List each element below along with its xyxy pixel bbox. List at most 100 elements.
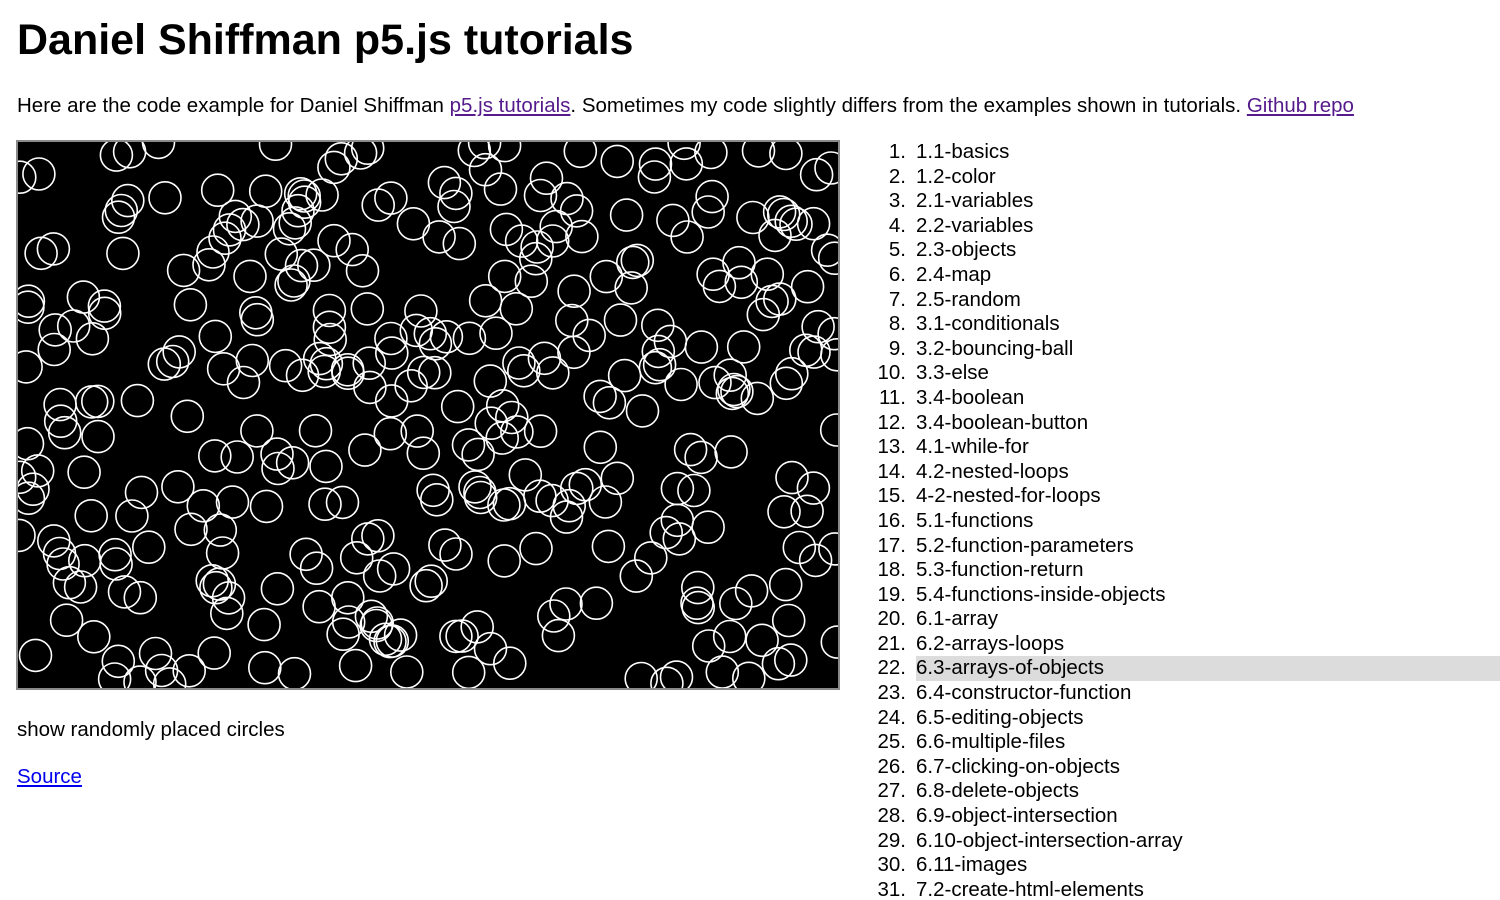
page: Daniel Shiffman p5.js tutorials Here are…: [0, 0, 1500, 900]
tutorial-item[interactable]: 27. 6.8-delete-objects: [870, 779, 1500, 804]
tutorial-item-number: 23.: [877, 681, 907, 705]
tutorial-item[interactable]: 30. 6.11-images: [870, 853, 1500, 878]
canvas-background: [18, 142, 838, 688]
tutorial-item-label[interactable]: 5.4-functions-inside-objects: [916, 583, 1500, 608]
source-paragraph: Source: [17, 764, 82, 790]
tutorial-item-number: 22.: [877, 656, 907, 680]
github-repo-link[interactable]: Github repo: [1247, 94, 1354, 117]
tutorial-item-label[interactable]: 2.4-map: [916, 263, 1500, 288]
tutorial-item-number: 10.: [877, 361, 907, 385]
tutorial-list: 1. 1.1-basics 2. 1.2-color 3. 2.1-variables 4.…: [870, 140, 1500, 900]
tutorial-item[interactable]: 17. 5.2-function-parameters: [870, 534, 1500, 559]
tutorial-item[interactable]: 6. 2.4-map: [870, 263, 1500, 288]
tutorial-item-number: 6.: [888, 262, 906, 286]
tutorial-item[interactable]: 28. 6.9-object-intersection: [870, 804, 1500, 829]
sketch-canvas[interactable]: [16, 140, 840, 690]
tutorial-item-label[interactable]: 6.4-constructor-function: [916, 681, 1500, 706]
tutorial-item-number: 29.: [877, 828, 907, 852]
tutorial-item-label[interactable]: 1.2-color: [916, 165, 1500, 190]
tutorial-item-number: 9.: [888, 336, 906, 360]
tutorial-item-label[interactable]: 5.3-function-return: [916, 558, 1500, 583]
tutorial-item-label[interactable]: 7.2-create-html-elements: [916, 878, 1500, 900]
tutorial-item-number: 31.: [877, 877, 907, 900]
page-title: Daniel Shiffman p5.js tutorials: [17, 16, 634, 64]
tutorial-item[interactable]: 11. 3.4-boolean: [870, 386, 1500, 411]
tutorial-item[interactable]: 20. 6.1-array: [870, 607, 1500, 632]
tutorial-item-number: 4.: [888, 213, 906, 237]
tutorial-item-label[interactable]: 3.4-boolean-button: [916, 411, 1500, 436]
tutorial-item-number: 19.: [877, 582, 907, 606]
tutorial-item[interactable]: 10. 3.3-else: [870, 361, 1500, 386]
intro-text-start: Here are the code example for Daniel Shi…: [17, 94, 450, 117]
tutorial-item[interactable]: 4. 2.2-variables: [870, 214, 1500, 239]
tutorial-item[interactable]: 23. 6.4-constructor-function: [870, 681, 1500, 706]
tutorial-item-label[interactable]: 1.1-basics: [916, 140, 1500, 165]
tutorial-item-number: 30.: [877, 853, 907, 877]
tutorial-item-number: 13.: [877, 435, 907, 459]
tutorial-item[interactable]: 5. 2.3-objects: [870, 238, 1500, 263]
tutorial-item[interactable]: 18. 5.3-function-return: [870, 558, 1500, 583]
tutorial-item-number: 16.: [877, 508, 907, 532]
tutorial-item-number: 18.: [877, 558, 907, 582]
tutorial-item-label[interactable]: 6.5-editing-objects: [916, 706, 1500, 731]
p5js-tutorials-link[interactable]: p5.js tutorials: [450, 94, 571, 117]
tutorial-item-label[interactable]: 2.3-objects: [916, 238, 1500, 263]
tutorial-item-label[interactable]: 5.1-functions: [916, 509, 1500, 534]
tutorial-item-label[interactable]: 3.2-bouncing-ball: [916, 337, 1500, 362]
tutorial-item-number: 14.: [877, 459, 907, 483]
tutorial-item-label[interactable]: 4-2-nested-for-loops: [916, 484, 1500, 509]
tutorial-item-label[interactable]: 6.3-arrays-of-objects: [916, 656, 1500, 682]
tutorial-item[interactable]: 7. 2.5-random: [870, 288, 1500, 313]
tutorial-item[interactable]: 9. 3.2-bouncing-ball: [870, 337, 1500, 362]
tutorial-item[interactable]: 15. 4-2-nested-for-loops: [870, 484, 1500, 509]
tutorial-item-number: 3.: [888, 189, 906, 213]
tutorial-item-label[interactable]: 2.2-variables: [916, 214, 1500, 239]
tutorial-item[interactable]: 13. 4.1-while-for: [870, 435, 1500, 460]
tutorial-item-label[interactable]: 6.7-clicking-on-objects: [916, 755, 1500, 780]
tutorial-item[interactable]: 12. 3.4-boolean-button: [870, 411, 1500, 436]
tutorial-item-label[interactable]: 3.1-conditionals: [916, 312, 1500, 337]
tutorial-item-number: 11.: [879, 385, 906, 409]
intro-text-middle: . Sometimes my code slightly differs fro…: [570, 94, 1247, 117]
tutorial-item-number: 12.: [877, 410, 907, 434]
tutorial-item[interactable]: 24. 6.5-editing-objects: [870, 706, 1500, 731]
tutorial-item[interactable]: 22. 6.3-arrays-of-objects: [870, 656, 1500, 682]
tutorial-item[interactable]: 19. 5.4-functions-inside-objects: [870, 583, 1500, 608]
source-link[interactable]: Source: [17, 765, 82, 788]
tutorial-item-label[interactable]: 3.4-boolean: [916, 386, 1500, 411]
tutorial-item-label[interactable]: 5.2-function-parameters: [916, 534, 1500, 559]
tutorial-item-number: 21.: [877, 631, 907, 655]
tutorial-item-number: 25.: [877, 730, 907, 754]
tutorial-item-number: 8.: [888, 312, 906, 336]
tutorial-item[interactable]: 1. 1.1-basics: [870, 140, 1500, 165]
tutorial-item[interactable]: 26. 6.7-clicking-on-objects: [870, 755, 1500, 780]
tutorial-item[interactable]: 29. 6.10-object-intersection-array: [870, 829, 1500, 854]
tutorial-item[interactable]: 16. 5.1-functions: [870, 509, 1500, 534]
tutorial-item[interactable]: 25. 6.6-multiple-files: [870, 730, 1500, 755]
tutorial-item-number: 7.: [888, 287, 906, 311]
tutorial-item[interactable]: 31. 7.2-create-html-elements: [870, 878, 1500, 900]
tutorial-item-label[interactable]: 6.10-object-intersection-array: [916, 829, 1500, 854]
tutorial-item-label[interactable]: 6.9-object-intersection: [916, 804, 1500, 829]
tutorial-item-label[interactable]: 6.8-delete-objects: [916, 779, 1500, 804]
tutorial-item-number: 2.: [888, 164, 906, 188]
tutorial-item-label[interactable]: 2.1-variables: [916, 189, 1500, 214]
tutorial-item[interactable]: 8. 3.1-conditionals: [870, 312, 1500, 337]
tutorial-item-label[interactable]: 6.11-images: [916, 853, 1500, 878]
tutorial-item[interactable]: 3. 2.1-variables: [870, 189, 1500, 214]
tutorial-item-label[interactable]: 4.2-nested-loops: [916, 460, 1500, 485]
tutorial-item-label[interactable]: 6.1-array: [916, 607, 1500, 632]
tutorial-item[interactable]: 14. 4.2-nested-loops: [870, 460, 1500, 485]
tutorial-item[interactable]: 21. 6.2-arrays-loops: [870, 632, 1500, 657]
tutorial-item-label[interactable]: 6.6-multiple-files: [916, 730, 1500, 755]
tutorial-item-label[interactable]: 6.2-arrays-loops: [916, 632, 1500, 657]
tutorial-item[interactable]: 2. 1.2-color: [870, 165, 1500, 190]
intro-paragraph: Here are the code example for Daniel Shi…: [17, 93, 1354, 119]
tutorial-item-label[interactable]: 4.1-while-for: [916, 435, 1500, 460]
tutorial-item-number: 26.: [877, 754, 907, 778]
tutorial-item-number: 5.: [888, 238, 906, 262]
tutorial-item-number: 27.: [877, 779, 907, 803]
tutorial-item-label[interactable]: 3.3-else: [916, 361, 1500, 386]
tutorial-item-number: 24.: [877, 705, 907, 729]
tutorial-item-label[interactable]: 2.5-random: [916, 288, 1500, 313]
